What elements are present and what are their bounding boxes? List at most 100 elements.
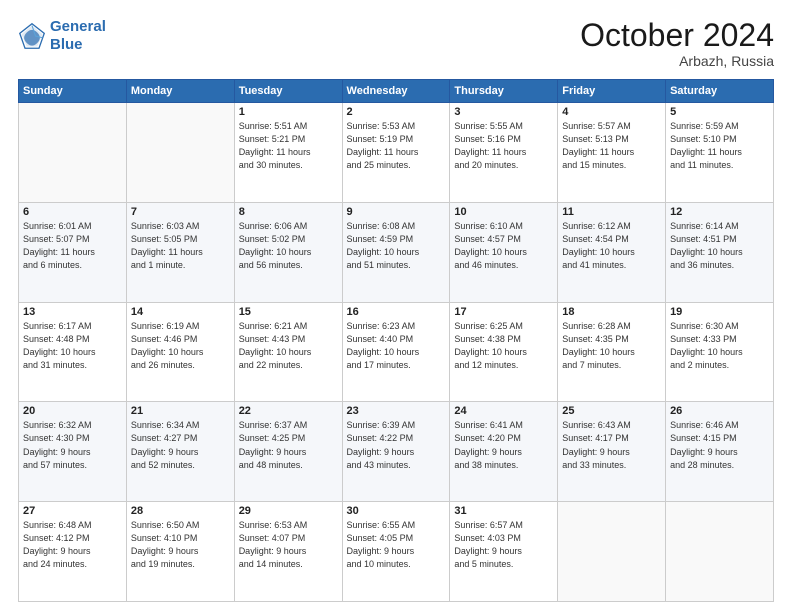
day-info: Sunrise: 6:19 AM Sunset: 4:46 PM Dayligh… [131, 320, 230, 372]
day-info: Sunrise: 6:53 AM Sunset: 4:07 PM Dayligh… [239, 519, 338, 571]
day-number: 27 [23, 505, 122, 517]
day-info: Sunrise: 6:37 AM Sunset: 4:25 PM Dayligh… [239, 419, 338, 471]
calendar-header-row: Sunday Monday Tuesday Wednesday Thursday… [19, 80, 774, 103]
day-number: 30 [347, 505, 446, 517]
subtitle: Arbazh, Russia [580, 53, 774, 69]
day-number: 1 [239, 106, 338, 118]
day-info: Sunrise: 5:59 AM Sunset: 5:10 PM Dayligh… [670, 120, 769, 172]
table-cell: 9 Sunrise: 6:08 AM Sunset: 4:59 PM Daylig… [342, 202, 450, 302]
day-info: Sunrise: 6:43 AM Sunset: 4:17 PM Dayligh… [562, 419, 661, 471]
col-monday: Monday [126, 80, 234, 103]
day-number: 6 [23, 206, 122, 218]
day-info: Sunrise: 6:41 AM Sunset: 4:20 PM Dayligh… [454, 419, 553, 471]
day-number: 11 [562, 206, 661, 218]
day-number: 23 [347, 405, 446, 417]
day-number: 16 [347, 306, 446, 318]
table-cell: 5 Sunrise: 5:59 AM Sunset: 5:10 PM Daylig… [666, 103, 774, 203]
day-info: Sunrise: 5:51 AM Sunset: 5:21 PM Dayligh… [239, 120, 338, 172]
table-cell [19, 103, 127, 203]
table-cell: 19 Sunrise: 6:30 AM Sunset: 4:33 PM Dayli… [666, 302, 774, 402]
col-tuesday: Tuesday [234, 80, 342, 103]
day-number: 18 [562, 306, 661, 318]
day-info: Sunrise: 6:30 AM Sunset: 4:33 PM Dayligh… [670, 320, 769, 372]
logo-text: General Blue [50, 18, 106, 54]
day-number: 17 [454, 306, 553, 318]
table-cell: 6 Sunrise: 6:01 AM Sunset: 5:07 PM Daylig… [19, 202, 127, 302]
table-cell: 27 Sunrise: 6:48 AM Sunset: 4:12 PM Dayli… [19, 502, 127, 602]
day-info: Sunrise: 6:32 AM Sunset: 4:30 PM Dayligh… [23, 419, 122, 471]
week-row-3: 13Sunrise: 6:17 AM Sunset: 4:48 PM Dayli… [19, 302, 774, 402]
table-cell: 24Sunrise: 6:41 AM Sunset: 4:20 PM Dayli… [450, 402, 558, 502]
day-info: Sunrise: 6:34 AM Sunset: 4:27 PM Dayligh… [131, 419, 230, 471]
day-info: Sunrise: 6:21 AM Sunset: 4:43 PM Dayligh… [239, 320, 338, 372]
table-cell: 25 Sunrise: 6:43 AM Sunset: 4:17 PM Dayli… [558, 402, 666, 502]
day-info: Sunrise: 6:08 AM Sunset: 4:59 PM Dayligh… [347, 220, 446, 272]
table-cell: 23 Sunrise: 6:39 AM Sunset: 4:22 PM Dayli… [342, 402, 450, 502]
day-number: 22 [239, 405, 338, 417]
logo: General Blue [18, 18, 106, 54]
table-cell: 18 Sunrise: 6:28 AM Sunset: 4:35 PM Dayli… [558, 302, 666, 402]
header: General Blue October 2024 Arbazh, Russia [18, 18, 774, 69]
table-cell: 31Sunrise: 6:57 AM Sunset: 4:03 PM Dayli… [450, 502, 558, 602]
week-row-1: 1 Sunrise: 5:51 AM Sunset: 5:21 PM Daylig… [19, 103, 774, 203]
day-number: 4 [562, 106, 661, 118]
day-info: Sunrise: 6:39 AM Sunset: 4:22 PM Dayligh… [347, 419, 446, 471]
table-cell: 20 Sunrise: 6:32 AM Sunset: 4:30 PM Dayli… [19, 402, 127, 502]
day-info: Sunrise: 6:14 AM Sunset: 4:51 PM Dayligh… [670, 220, 769, 272]
day-number: 14 [131, 306, 230, 318]
col-saturday: Saturday [666, 80, 774, 103]
table-cell: 16 Sunrise: 6:23 AM Sunset: 4:40 PM Dayli… [342, 302, 450, 402]
day-info: Sunrise: 6:01 AM Sunset: 5:07 PM Dayligh… [23, 220, 122, 272]
day-number: 9 [347, 206, 446, 218]
page: General Blue October 2024 Arbazh, Russia… [0, 0, 792, 612]
day-number: 25 [562, 405, 661, 417]
table-cell [126, 103, 234, 203]
day-number: 15 [239, 306, 338, 318]
table-cell: 26Sunrise: 6:46 AM Sunset: 4:15 PM Dayli… [666, 402, 774, 502]
day-info: Sunrise: 6:12 AM Sunset: 4:54 PM Dayligh… [562, 220, 661, 272]
table-cell: 28Sunrise: 6:50 AM Sunset: 4:10 PM Dayli… [126, 502, 234, 602]
day-number: 3 [454, 106, 553, 118]
day-info: Sunrise: 6:10 AM Sunset: 4:57 PM Dayligh… [454, 220, 553, 272]
col-sunday: Sunday [19, 80, 127, 103]
day-number: 12 [670, 206, 769, 218]
table-cell: 1 Sunrise: 5:51 AM Sunset: 5:21 PM Daylig… [234, 103, 342, 203]
day-info: Sunrise: 5:53 AM Sunset: 5:19 PM Dayligh… [347, 120, 446, 172]
day-info: Sunrise: 6:28 AM Sunset: 4:35 PM Dayligh… [562, 320, 661, 372]
table-cell: 17Sunrise: 6:25 AM Sunset: 4:38 PM Dayli… [450, 302, 558, 402]
table-cell: 4Sunrise: 5:57 AM Sunset: 5:13 PM Daylig… [558, 103, 666, 203]
table-cell: 10 Sunrise: 6:10 AM Sunset: 4:57 PM Dayli… [450, 202, 558, 302]
table-cell: 13Sunrise: 6:17 AM Sunset: 4:48 PM Dayli… [19, 302, 127, 402]
table-cell: 7Sunrise: 6:03 AM Sunset: 5:05 PM Daylig… [126, 202, 234, 302]
calendar-table: Sunday Monday Tuesday Wednesday Thursday… [18, 79, 774, 602]
week-row-5: 27 Sunrise: 6:48 AM Sunset: 4:12 PM Dayli… [19, 502, 774, 602]
day-info: Sunrise: 6:55 AM Sunset: 4:05 PM Dayligh… [347, 519, 446, 571]
col-thursday: Thursday [450, 80, 558, 103]
day-info: Sunrise: 6:23 AM Sunset: 4:40 PM Dayligh… [347, 320, 446, 372]
col-wednesday: Wednesday [342, 80, 450, 103]
day-number: 13 [23, 306, 122, 318]
table-cell [558, 502, 666, 602]
day-number: 28 [131, 505, 230, 517]
table-cell: 15 Sunrise: 6:21 AM Sunset: 4:43 PM Dayli… [234, 302, 342, 402]
table-cell: 2Sunrise: 5:53 AM Sunset: 5:19 PM Daylig… [342, 103, 450, 203]
title-block: October 2024 Arbazh, Russia [580, 18, 774, 69]
table-cell: 3 Sunrise: 5:55 AM Sunset: 5:16 PM Daylig… [450, 103, 558, 203]
main-title: October 2024 [580, 18, 774, 53]
day-number: 21 [131, 405, 230, 417]
logo-icon [18, 22, 46, 50]
day-info: Sunrise: 6:48 AM Sunset: 4:12 PM Dayligh… [23, 519, 122, 571]
day-info: Sunrise: 6:46 AM Sunset: 4:15 PM Dayligh… [670, 419, 769, 471]
table-cell: 8Sunrise: 6:06 AM Sunset: 5:02 PM Daylig… [234, 202, 342, 302]
day-number: 10 [454, 206, 553, 218]
day-number: 19 [670, 306, 769, 318]
week-row-4: 20 Sunrise: 6:32 AM Sunset: 4:30 PM Dayli… [19, 402, 774, 502]
table-cell: 11 Sunrise: 6:12 AM Sunset: 4:54 PM Dayli… [558, 202, 666, 302]
day-number: 5 [670, 106, 769, 118]
day-info: Sunrise: 5:55 AM Sunset: 5:16 PM Dayligh… [454, 120, 553, 172]
day-number: 20 [23, 405, 122, 417]
table-cell: 14 Sunrise: 6:19 AM Sunset: 4:46 PM Dayli… [126, 302, 234, 402]
table-cell: 12 Sunrise: 6:14 AM Sunset: 4:51 PM Dayli… [666, 202, 774, 302]
day-info: Sunrise: 6:06 AM Sunset: 5:02 PM Dayligh… [239, 220, 338, 272]
col-friday: Friday [558, 80, 666, 103]
